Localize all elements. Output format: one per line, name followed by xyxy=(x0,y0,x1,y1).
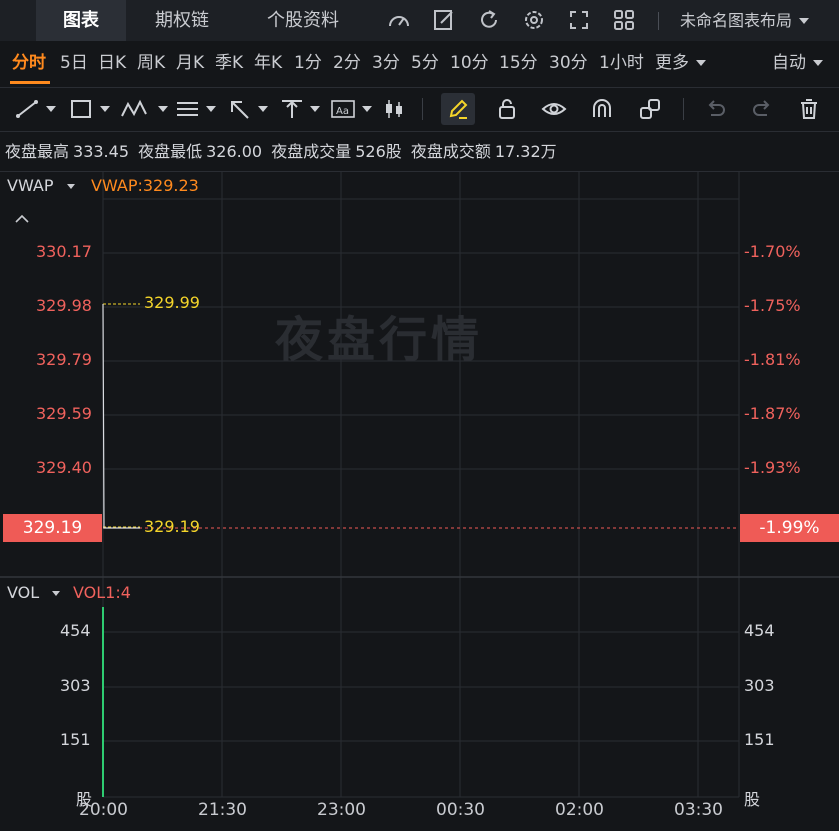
pct-axis-label: -1.87% xyxy=(744,404,801,423)
volume-axis-label: 303 xyxy=(744,676,775,695)
price-axis-label: 329.79 xyxy=(36,350,92,369)
price-axis-label: 329.40 xyxy=(36,458,92,477)
time-axis-label: 23:00 xyxy=(317,800,366,820)
price-line xyxy=(102,303,140,529)
pct-axis-label: -1.70% xyxy=(744,242,801,261)
high-marker-value: 329.99 xyxy=(144,293,200,312)
time-axis-label: 02:00 xyxy=(555,800,604,820)
collapse-chevron-icon[interactable] xyxy=(15,214,29,223)
vwap-value: VWAP:329.23 xyxy=(91,176,199,195)
pct-axis-label: -1.93% xyxy=(744,458,801,477)
volume-axis-label: 151 xyxy=(744,730,775,749)
time-axis-label: 03:30 xyxy=(674,800,723,820)
watermark: 夜盘行情 xyxy=(275,312,484,368)
volume-axis-label: 454 xyxy=(60,621,91,640)
chevron-down-icon xyxy=(52,591,61,596)
main-indicator-name: VWAP xyxy=(7,176,54,195)
time-axis-label: 00:30 xyxy=(436,800,485,820)
volume-axis-label: 151 xyxy=(60,730,91,749)
pct-axis-label: -1.75% xyxy=(744,296,801,315)
volume-unit-label: 股 xyxy=(744,790,761,809)
time-axis-label: 20:00 xyxy=(79,800,128,820)
current-pct-badge: -1.99% xyxy=(740,514,839,542)
current-price-badge: 329.19 xyxy=(3,514,102,542)
volume-indicator-selector[interactable]: VOL xyxy=(7,583,62,602)
time-axis-label: 21:30 xyxy=(198,800,247,820)
price-axis-label: 329.59 xyxy=(36,404,92,423)
price-axis-label: 329.98 xyxy=(36,296,92,315)
low-marker-value: 329.19 xyxy=(144,517,200,536)
volume-indicator-name: VOL xyxy=(7,583,40,602)
volume-axis-label: 454 xyxy=(744,621,775,640)
volume-axis-label: 303 xyxy=(60,676,91,695)
price-axis-label: 330.17 xyxy=(36,242,92,261)
chevron-down-icon xyxy=(66,184,75,189)
main-indicator-selector[interactable]: VWAP xyxy=(7,176,77,195)
chart-canvas xyxy=(0,172,839,798)
volume-value: VOL1:4 xyxy=(73,583,131,602)
pct-axis-label: -1.81% xyxy=(744,350,801,369)
